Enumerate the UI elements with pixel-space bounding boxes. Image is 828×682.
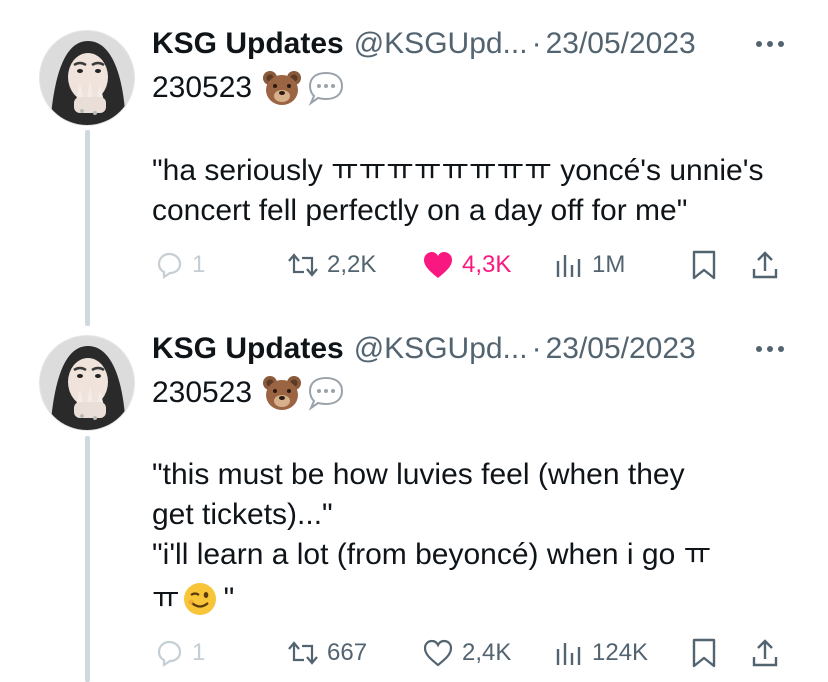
avatar-photo-icon — [40, 336, 134, 430]
reply-button[interactable]: 1 — [154, 633, 205, 673]
avatar-photo-icon — [40, 31, 134, 125]
views-button[interactable]: 124K — [554, 633, 648, 673]
bookmark-icon — [692, 250, 716, 280]
more-options-icon[interactable] — [752, 32, 788, 56]
author-name[interactable]: KSG Updates — [152, 332, 344, 366]
like-button[interactable]: 4,3K — [422, 245, 511, 285]
tweet-body-closing-quote: " — [223, 582, 235, 615]
like-button[interactable]: 2,4K — [422, 633, 511, 673]
reply-count: 1 — [192, 251, 206, 278]
bear-face-icon — [263, 376, 302, 410]
tweet-body: "ha seriously ㅠㅠㅠㅠㅠㅠㅠㅠ yoncé's unnie's c… — [152, 154, 764, 227]
author-handle[interactable]: @KSGUpd... — [354, 27, 528, 61]
separator-dot: · — [531, 27, 542, 60]
tweet-actions: 1 667 2,4K 124K — [0, 633, 828, 673]
tweet-date-code-line: 230523 — [152, 373, 802, 413]
tweet-body-last-line: ㅠ " — [152, 579, 802, 619]
bookmark-button[interactable] — [690, 633, 718, 673]
speech-balloon-icon — [308, 71, 344, 106]
retweet-icon — [288, 641, 318, 665]
avatar[interactable] — [39, 30, 135, 126]
like-count: 2,4K — [462, 639, 512, 666]
share-icon — [752, 251, 778, 279]
tweet-body: "this must be how luvies feel (when they… — [152, 458, 712, 571]
heart-filled-icon — [424, 252, 452, 278]
date-code: 230523 — [152, 376, 253, 409]
tweet-date[interactable]: 23/05/2023 — [546, 27, 696, 61]
tweet-date-code-line: 230523 — [152, 68, 802, 108]
bookmark-icon — [692, 638, 716, 668]
bear-face-icon — [263, 71, 302, 105]
reply-icon — [157, 252, 182, 280]
date-code: 230523 — [152, 71, 253, 104]
views-button[interactable]: 1M — [554, 245, 625, 285]
retweet-button[interactable]: 667 — [287, 633, 367, 673]
author-handle[interactable]: @KSGUpd... — [354, 332, 528, 366]
analytics-icon — [556, 255, 581, 277]
analytics-icon — [556, 643, 581, 665]
author-name[interactable]: KSG Updates — [152, 27, 344, 61]
tweet-header: KSG Updates @KSGUpd... · 23/05/2023 — [152, 329, 696, 369]
view-count: 124K — [592, 639, 649, 666]
separator-dot: · — [531, 332, 542, 365]
reply-icon — [157, 640, 182, 668]
retweet-count: 667 — [327, 639, 368, 666]
reply-count: 1 — [192, 639, 206, 666]
like-count: 4,3K — [462, 251, 512, 278]
tweet-2[interactable]: KSG Updates @KSGUpd... · 23/05/2023 2305… — [0, 329, 828, 682]
retweet-count: 2,2K — [327, 251, 377, 278]
reply-button[interactable]: 1 — [154, 245, 205, 285]
retweet-button[interactable]: 2,2K — [287, 245, 376, 285]
view-count: 1M — [592, 251, 626, 278]
bookmark-button[interactable] — [690, 245, 718, 285]
heart-outline-icon — [423, 639, 453, 667]
share-button[interactable] — [750, 633, 780, 673]
share-icon — [752, 639, 778, 667]
more-options-icon[interactable] — [752, 337, 788, 361]
tweet-body-fragment: ㅠ — [152, 582, 180, 615]
winking-face-icon — [183, 583, 216, 615]
tweet-actions: 1 2,2K 4,3K 1M — [0, 245, 828, 285]
avatar[interactable] — [39, 335, 135, 431]
tweet-header: KSG Updates @KSGUpd... · 23/05/2023 — [152, 24, 696, 64]
retweet-icon — [288, 253, 318, 277]
share-button[interactable] — [750, 245, 780, 285]
tweet-date[interactable]: 23/05/2023 — [546, 332, 696, 366]
tweet-1[interactable]: KSG Updates @KSGUpd... · 23/05/2023 2305… — [0, 24, 828, 314]
speech-balloon-icon — [308, 376, 344, 411]
